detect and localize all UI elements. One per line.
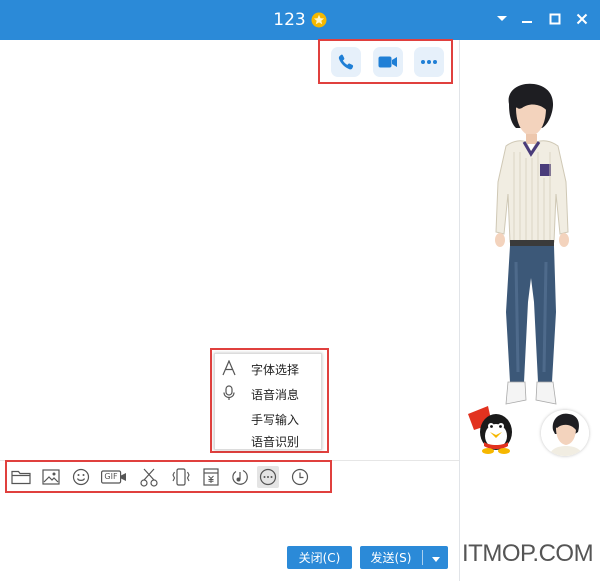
gif-label: GIF (104, 472, 118, 481)
menu-item-speech-recognition[interactable]: 语音识别 (215, 429, 321, 451)
red-packet-icon (203, 468, 219, 486)
emoji-button[interactable] (70, 467, 92, 487)
maximize-icon[interactable] (545, 10, 565, 28)
menu-item-voice-message[interactable]: 语音消息 (215, 382, 321, 404)
more-circle-icon (259, 468, 277, 486)
send-options-dropdown[interactable] (423, 546, 448, 569)
gif-icon: GIF (101, 469, 127, 485)
menu-item-label: 语音消息 (251, 388, 300, 402)
caret-down-icon (431, 551, 440, 565)
clock-icon (291, 468, 309, 486)
history-button[interactable] (289, 467, 311, 487)
contact-avatar[interactable] (541, 410, 589, 456)
menu-item-label: 字体选择 (251, 363, 300, 377)
emoji-icon (72, 468, 90, 486)
menu-item-label: 手写输入 (251, 413, 300, 427)
dropdown-icon[interactable] (492, 10, 512, 28)
video-call-button[interactable] (373, 47, 403, 77)
panel-divider (459, 40, 460, 581)
more-tools-button[interactable] (257, 466, 279, 488)
shake-icon (171, 467, 191, 487)
send-file-button[interactable] (10, 467, 32, 487)
voice-call-button[interactable] (331, 47, 361, 77)
microphone-icon (221, 385, 237, 401)
music-button[interactable] (229, 467, 251, 487)
qq-penguin-logo (466, 404, 522, 454)
music-icon (231, 468, 249, 486)
shake-window-button[interactable] (170, 467, 192, 487)
minimize-icon[interactable] (517, 10, 537, 28)
close-icon[interactable] (572, 10, 592, 28)
watermark-text: ITMOP.COM (462, 540, 594, 567)
red-packet-button[interactable] (200, 467, 222, 487)
scissors-icon (139, 467, 159, 487)
send-image-button[interactable] (40, 467, 62, 487)
image-icon (42, 469, 60, 485)
more-tools-menu: 字体选择 语音消息 手写输入 语音识别 (214, 353, 322, 450)
font-icon (221, 359, 237, 376)
close-button-label: 关闭(C) (298, 551, 341, 565)
video-camera-icon (378, 55, 398, 69)
menu-item-font[interactable]: 字体选择 (215, 357, 321, 379)
send-button-label: 发送(S) (370, 551, 412, 565)
close-button[interactable]: 关闭(C) (287, 546, 352, 569)
star-badge-icon (311, 12, 327, 28)
folder-icon (11, 469, 31, 485)
gif-button[interactable]: GIF (100, 467, 128, 487)
phone-icon (337, 53, 355, 71)
more-options-button[interactable] (414, 47, 444, 77)
contact-show-avatar (476, 82, 586, 417)
send-button[interactable]: 发送(S) (360, 546, 448, 569)
window-title: 123 (273, 10, 306, 30)
screenshot-button[interactable] (138, 467, 160, 487)
more-icon (420, 59, 438, 65)
menu-item-handwriting[interactable]: 手写输入 (215, 407, 321, 429)
menu-item-label: 语音识别 (251, 435, 300, 449)
